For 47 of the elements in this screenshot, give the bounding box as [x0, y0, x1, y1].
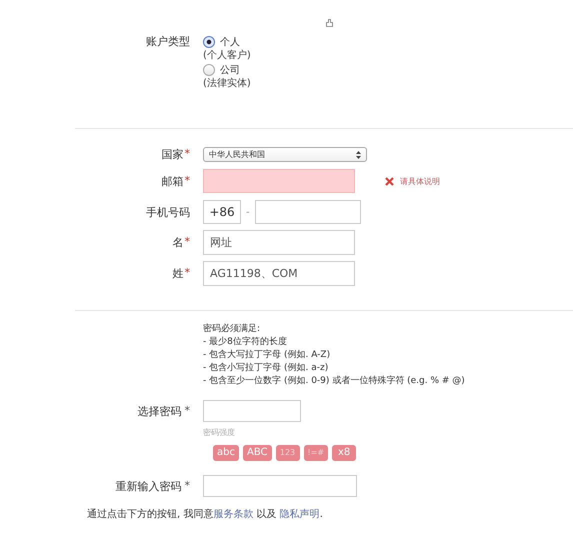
radio-button[interactable]: [203, 36, 215, 48]
field-label: 手机号码: [146, 204, 190, 220]
field-label: 重新输入密码: [116, 478, 182, 494]
updown-icon: [356, 150, 361, 158]
text-field[interactable]: AG11198、COM: [203, 261, 355, 286]
country-select[interactable]: 中华人民共和国: [203, 147, 367, 162]
terms-text: 通过点击下方的按钮, 我同意服务条款 以及 隐私声明.: [87, 508, 323, 521]
strength-badge: !=#: [304, 445, 328, 461]
strength-badge: 123: [276, 445, 300, 461]
field-label: 账户类型: [146, 35, 190, 49]
required-mark: *: [184, 478, 190, 494]
marker-icon: [326, 19, 333, 27]
field-label: 邮箱: [162, 174, 184, 188]
required-mark: *: [184, 266, 190, 281]
required-mark: *: [184, 147, 190, 162]
rule-text: - 包含至少一位数字 (例如. 0-9) 或者一位特殊字符 (e.g. % # @): [203, 375, 466, 388]
privacy-link[interactable]: 隐私声明: [280, 509, 320, 520]
error-message: 请具体说明: [400, 176, 440, 186]
strength-badge: ABC: [242, 445, 272, 461]
phone-field[interactable]: [254, 200, 361, 224]
text-field[interactable]: 网址: [203, 230, 355, 255]
radio-label: 公司: [220, 64, 240, 77]
required-mark: *: [184, 174, 190, 188]
strength-badge: x8: [332, 445, 356, 461]
password-field[interactable]: [203, 400, 301, 422]
field-label: 姓: [172, 266, 184, 281]
required-mark: *: [184, 404, 190, 418]
rule-text: - 最少8位字符的长度: [203, 336, 288, 349]
rule-text: - 包含大写拉丁字母 (例如. A-Z): [203, 349, 332, 362]
text-field[interactable]: [203, 169, 355, 193]
field-label: 名: [172, 235, 184, 250]
separator: -: [246, 206, 250, 218]
option-note: (个人客户): [203, 49, 251, 63]
radio-label: 个人: [220, 36, 240, 49]
required-mark: *: [184, 235, 190, 250]
strength-label: 密码强度: [203, 427, 235, 438]
strength-badge: abc: [213, 445, 239, 461]
country-code: +86: [203, 200, 241, 224]
field-label: 选择密码: [138, 404, 182, 418]
radio-button[interactable]: [203, 64, 215, 76]
password-field[interactable]: [203, 475, 357, 497]
option-note: (法律实体): [203, 77, 251, 91]
field-label: 国家: [162, 147, 184, 162]
terms-link[interactable]: 服务条款: [213, 509, 254, 520]
error-icon: [385, 176, 394, 186]
rules-title: 密码必须满足:: [203, 323, 262, 336]
rule-text: - 包含小写拉丁字母 (例如. a-z): [203, 362, 330, 375]
